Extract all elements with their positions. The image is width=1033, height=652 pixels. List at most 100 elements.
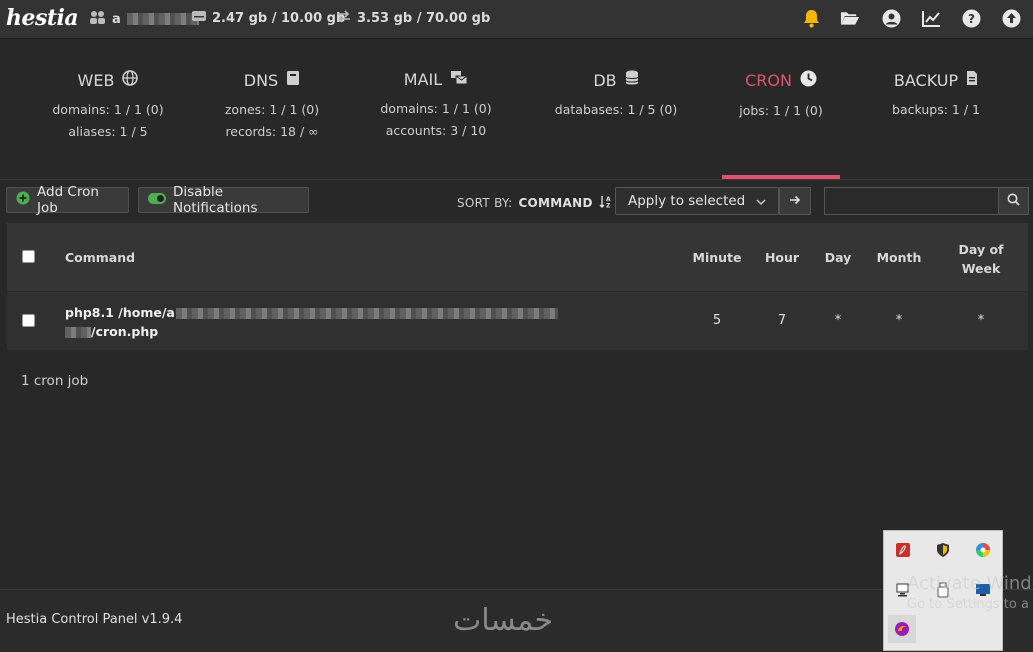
browser-icon[interactable] [888,615,916,643]
add-cron-job-button[interactable]: Add Cron Job [6,184,129,216]
tab-web[interactable]: WEB domains: 1 / 1 (0) aliases: 1 / 5 [38,39,178,179]
color-wheel-icon[interactable] [974,541,992,559]
globe-icon [122,70,139,90]
tab-cron-label: CRON [745,71,792,90]
col-day-of-week-line1: Day of [958,242,1004,257]
database-icon [625,70,639,90]
tab-mail-label: MAIL [403,70,443,89]
security-shield-icon[interactable] [934,541,952,559]
command-redacted [175,308,558,319]
tab-mail[interactable]: MAIL domains: 1 / 1 (0) accounts: 3 / 10 [366,39,506,179]
user-circle-icon[interactable] [881,8,901,28]
tab-backup-line1: backups: 1 / 1 [892,102,980,117]
chevron-down-icon [756,194,766,210]
tab-web-line2: aliases: 1 / 5 [68,124,148,139]
command-line1: php8.1 /home/a [65,305,175,320]
disable-notifications-button[interactable]: Disable Notifications [138,184,309,216]
arrow-right-icon [789,194,801,209]
tab-dns-label: DNS [243,70,279,90]
table-header: Command Minute Hour Day Month Day of Wee… [7,223,1028,292]
tab-web-line1: domains: 1 / 1 (0) [52,102,164,117]
cell-day: * [834,313,842,328]
col-hour[interactable]: Hour [757,250,807,265]
command-redacted-2 [65,327,91,338]
tab-backup-label: BACKUP [893,70,959,90]
toggle-on-icon [148,192,166,208]
help-icon[interactable]: ? [961,8,981,28]
sort-by-label: SORT BY: [457,196,513,210]
col-month[interactable]: Month [869,250,929,265]
search-icon [1007,193,1020,210]
hestia-logo[interactable]: hestia [6,5,79,31]
tab-db-label: DB [593,70,617,90]
svg-text:Z: Z [606,203,611,209]
sort-by[interactable]: SORT BY: COMMAND AZ [457,195,612,211]
cell-hour: 7 [777,313,787,328]
activate-windows-subtitle: Go to Settings to a [907,597,1029,612]
cron-command[interactable]: php8.1 /home/a /cron.php [65,303,558,341]
folder-open-icon[interactable] [840,8,860,28]
tab-cron-line1: jobs: 1 / 1 (0) [739,103,823,118]
search-input[interactable] [824,187,1000,215]
tab-web-label: WEB [77,70,115,90]
add-cron-job-label: Add Cron Job [37,184,99,216]
disk-usage: 2.47 gb / 10.00 gb [192,10,345,26]
bulk-action-select[interactable]: Apply to selected [615,187,779,215]
tab-dns-line1: zones: 1 / 1 (0) [224,102,320,117]
active-tab-indicator [722,175,840,179]
tab-cron[interactable]: CRON jobs: 1 / 1 (0) [722,39,840,179]
bandwidth-usage: 3.53 gb / 70.00 gb [336,10,490,27]
upload-icon[interactable] [1001,8,1021,28]
toolbar: Add Cron Job Disable Notifications SORT … [0,180,1033,222]
col-day-of-week[interactable]: Day of Week [951,240,1011,278]
disable-notifications-label: Disable Notifications [173,184,258,216]
col-minute[interactable]: Minute [687,250,747,265]
clock-icon [800,70,817,91]
user-info: a [90,10,199,28]
mail-bulk-icon [450,70,468,89]
main-tabs: WEB domains: 1 / 1 (0) aliases: 1 / 5 DN… [0,39,1033,180]
cell-day-of-week: * [977,313,985,328]
chart-line-icon[interactable] [921,8,941,28]
table-row[interactable]: php8.1 /home/a /cron.php 5 7 * * * [7,292,1028,350]
tab-dns-line2: records: 18 / ∞ [225,124,319,139]
cell-month: * [895,313,903,328]
cron-job-count: 1 cron job [21,373,89,389]
file-icon [966,70,978,90]
tab-db-line1: databases: 1 / 5 (0) [554,102,678,117]
row-checkbox[interactable] [22,314,35,327]
plus-circle-icon [16,191,30,209]
tab-mail-line1: domains: 1 / 1 (0) [380,101,492,116]
bell-icon[interactable] [801,8,821,28]
footer-version: Hestia Control Panel v1.9.4 [6,612,183,627]
apply-button[interactable] [779,187,811,215]
exchange-icon [336,10,351,27]
tab-db[interactable]: DB databases: 1 / 5 (0) [546,39,686,179]
users-icon [90,10,106,28]
select-all-checkbox[interactable] [22,250,35,263]
book-icon [286,70,300,90]
search-button[interactable] [998,187,1029,215]
tab-mail-line2: accounts: 3 / 10 [385,123,487,138]
watermark-logo: خمسات [453,603,554,638]
disk-usage-value: 2.47 gb / 10.00 gb [212,10,346,26]
col-day[interactable]: Day [817,250,859,265]
cell-minute: 5 [712,313,722,328]
hdd-icon [192,10,206,26]
col-day-of-week-line2: Week [961,261,1001,276]
col-command[interactable]: Command [65,250,135,265]
sort-alpha-icon: AZ [599,195,612,211]
pdf-reader-icon[interactable] [894,541,912,559]
command-line2: /cron.php [91,324,159,339]
username: a [112,11,121,27]
tab-dns[interactable]: DNS zones: 1 / 1 (0) records: 18 / ∞ [202,39,342,179]
username-redacted [126,13,199,25]
activate-windows-title: Activate Windo [907,573,1033,594]
tab-backup[interactable]: BACKUP backups: 1 / 1 [866,39,1006,179]
sort-by-value: COMMAND [518,196,593,210]
bandwidth-value: 3.53 gb / 70.00 gb [357,11,491,26]
footer: Hestia Control Panel v1.9.4 خمسات [0,589,1033,652]
top-bar: hestia a 2.47 gb / 10.00 gb 3.53 gb / 70… [0,0,1033,39]
bulk-action-value: Apply to selected [628,193,746,209]
svg-text:?: ? [968,12,975,26]
